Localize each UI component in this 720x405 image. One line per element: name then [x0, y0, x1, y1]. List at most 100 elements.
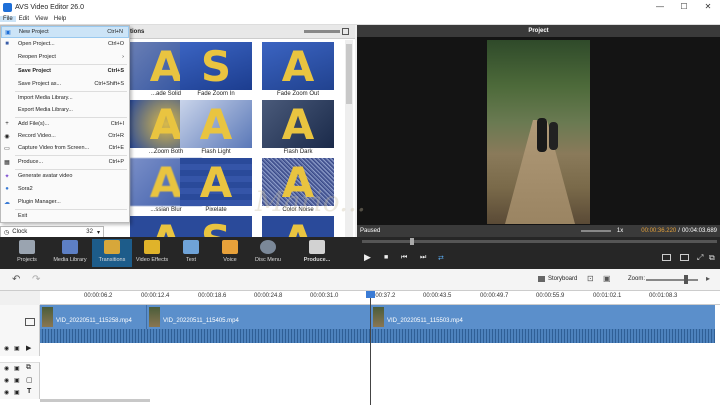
watermark: Mario...: [255, 185, 366, 218]
menu-item-generate-avatar[interactable]: ✦ Generate avatar video: [1, 170, 129, 182]
stop-button[interactable]: ■: [384, 254, 388, 261]
next-frame-button[interactable]: ⏭: [420, 254, 426, 262]
menu-item-export-media-library[interactable]: Export Media Library...: [1, 104, 129, 116]
lock-icon[interactable]: ▣: [14, 377, 20, 384]
menu-item-shortcut: Ctrl+E: [108, 145, 124, 151]
toolbar-transitions[interactable]: Transitions: [92, 239, 132, 267]
video-clip[interactable]: VID_20220511_115405.mp4: [147, 305, 371, 329]
menu-edit[interactable]: Edit: [16, 16, 32, 22]
transition-item[interactable]: A Pixelate: [180, 158, 252, 215]
undo-icon[interactable]: ↶: [12, 274, 20, 285]
video-clip[interactable]: VID_20220511_115258.mp4: [40, 305, 147, 329]
scroll-thumb[interactable]: [346, 44, 352, 104]
menu-item-record-video[interactable]: ◉ Record Video... Ctrl+R: [1, 130, 129, 142]
transition-item[interactable]: S: [180, 216, 252, 237]
menu-help[interactable]: Help: [51, 16, 69, 22]
playback-speed: 1x: [616, 228, 624, 234]
toolbar-media-library[interactable]: Media Library: [50, 239, 90, 267]
menu-file[interactable]: File: [0, 16, 16, 22]
storyboard-toggle[interactable]: Storyboard: [538, 276, 577, 282]
transition-item[interactable]: S Fade Zoom In: [180, 42, 252, 99]
transition-item[interactable]: A Flash Light: [180, 100, 252, 157]
menu-item-save-project-as[interactable]: Save Project as... Ctrl+Shift+S: [1, 78, 129, 90]
collapse-icon[interactable]: ▸: [706, 274, 710, 283]
menu-item-label: Export Media Library...: [18, 107, 73, 113]
toolbar-disc-menu[interactable]: Disc Menu: [250, 239, 286, 267]
ruler-tick-label: 00:00:06.2: [84, 293, 113, 299]
close-button[interactable]: ✕: [696, 0, 720, 14]
projects-icon: [19, 240, 35, 254]
menu-item-shortcut: Ctrl+Shift+S: [94, 81, 124, 87]
menu-item-save-project[interactable]: Save Project Ctrl+S: [1, 65, 129, 77]
clip-name: VID_20220511_115503.mp4: [387, 318, 463, 324]
redo-icon[interactable]: ↷: [32, 274, 40, 285]
menu-item-capture-screen[interactable]: ▭ Capture Video from Screen... Ctrl+E: [1, 142, 129, 154]
menu-item-import-media-library[interactable]: Import Media Library...: [1, 92, 129, 104]
toolbar-voice[interactable]: Voice: [214, 239, 246, 267]
previous-frame-button[interactable]: ⏮: [401, 254, 407, 262]
eye-icon[interactable]: ◉: [4, 365, 9, 372]
effects-track-header: ◉ ▣ ⧉: [0, 362, 40, 375]
timeline-ruler[interactable]: 00:00:06.2 00:00:12.4 00:00:18.6 00:00:2…: [40, 291, 720, 305]
toolbar-text[interactable]: Text: [175, 239, 207, 267]
toolbar-label: Disc Menu: [255, 257, 281, 263]
toolbar-produce[interactable]: Produce...: [296, 239, 338, 267]
toolbar-projects[interactable]: Projects: [8, 239, 46, 267]
eye-icon[interactable]: ◉: [4, 345, 9, 352]
playhead[interactable]: [366, 291, 375, 405]
toolbar-video-effects[interactable]: Video Effects: [133, 239, 171, 267]
lock-icon[interactable]: ▣: [14, 365, 20, 372]
minimize-button[interactable]: —: [648, 0, 672, 14]
playback-status: Paused: [360, 228, 381, 234]
new-project-icon: ▣: [5, 29, 11, 36]
transition-item[interactable]: A Fade Zoom Out: [262, 42, 334, 99]
video-clip[interactable]: VID_20220511_115503.mp4: [371, 305, 715, 329]
menu-item-new-project[interactable]: ▣ New Project Ctrl+N: [1, 26, 129, 38]
window-title: AVS Video Editor 26.0: [15, 3, 85, 11]
seek-bar[interactable]: [362, 238, 717, 245]
play-button[interactable]: ▶: [364, 252, 371, 263]
file-menu: ▣ New Project Ctrl+N ■ Open Project... C…: [0, 25, 130, 223]
voice-icon: [222, 240, 238, 254]
view-toggle-icon[interactable]: [342, 28, 349, 35]
zoom-slider[interactable]: [646, 279, 698, 281]
speed-slider[interactable]: [580, 230, 611, 232]
zoom-handle[interactable]: [684, 275, 688, 284]
snapshot-icon[interactable]: [662, 254, 671, 261]
lock-icon[interactable]: ▣: [14, 389, 20, 396]
transition-item[interactable]: A Flash Dark: [262, 100, 334, 157]
eye-icon[interactable]: ◉: [4, 389, 9, 396]
eye-icon[interactable]: ◉: [4, 377, 9, 384]
menu-item-produce[interactable]: ▦ Produce... Ctrl+P: [1, 156, 129, 168]
lock-icon[interactable]: ▣: [14, 345, 20, 352]
fit-timeline-icon[interactable]: ⊡: [587, 274, 594, 283]
audio-waveform[interactable]: [40, 329, 715, 343]
timeline-settings-icon[interactable]: ▣: [603, 274, 611, 283]
folder-icon: ■: [5, 41, 9, 47]
maximize-button[interactable]: ☐: [672, 0, 696, 14]
menu-item-sora2[interactable]: ● Sora2: [1, 183, 129, 195]
playhead-handle[interactable]: [366, 291, 375, 298]
menu-item-add-files[interactable]: + Add File(s)... Ctrl+I: [1, 118, 129, 130]
total-time: 00:04:03.689: [681, 228, 717, 234]
transition-item[interactable]: A: [262, 216, 334, 237]
panel-title: tions: [130, 25, 355, 39]
repeat-button[interactable]: ⇄: [438, 254, 444, 262]
menu-item-open-project[interactable]: ■ Open Project... Ctrl+O: [1, 38, 129, 50]
detach-preview-icon[interactable]: ⧉: [709, 253, 715, 263]
menu-item-label: Sora2: [18, 186, 33, 192]
toolbar-label: Video Effects: [135, 257, 169, 263]
size-slider[interactable]: [304, 30, 340, 33]
chevron-down-icon[interactable]: ▾: [97, 229, 100, 236]
seek-handle[interactable]: [410, 238, 414, 245]
transition-thumbnail: A: [281, 100, 315, 148]
timeline-scrollbar[interactable]: [40, 399, 150, 402]
menu-view[interactable]: View: [32, 16, 51, 22]
menu-item-exit[interactable]: Exit: [1, 210, 129, 222]
fullscreen-icon[interactable]: ⤢: [697, 253, 703, 263]
screen-capture-icon: ▭: [4, 145, 10, 152]
aspect-ratio-icon[interactable]: [680, 254, 689, 261]
menu-item-plugin-manager[interactable]: ☁ Plugin Manager...: [1, 196, 129, 208]
plugin-icon: ☁: [4, 199, 10, 206]
menu-item-reopen-project[interactable]: Reopen Project ›: [1, 51, 129, 63]
